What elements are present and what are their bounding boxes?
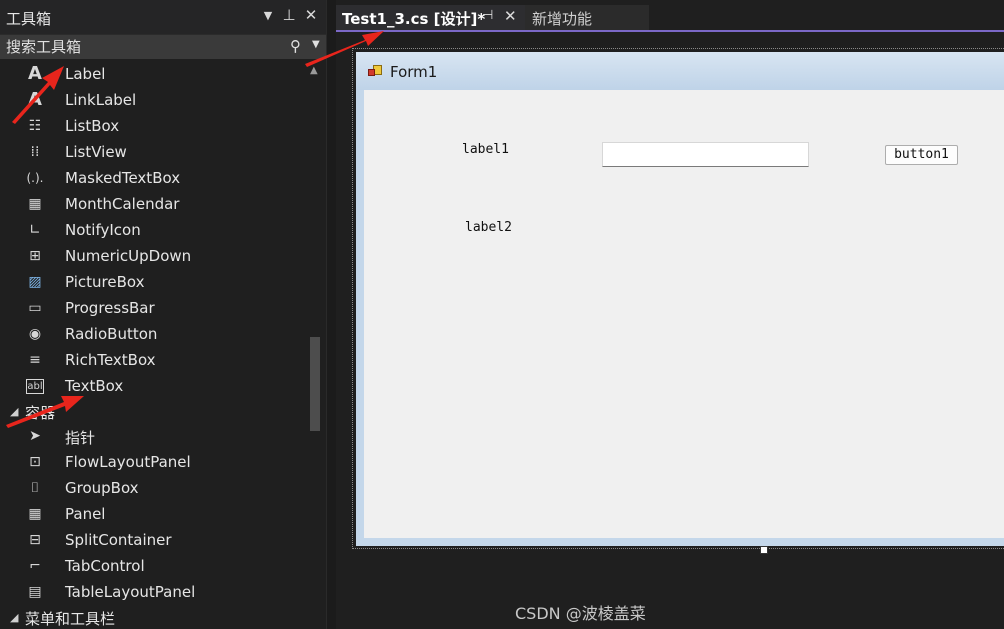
- toolbox-item-pointer[interactable]: ➤ 指针: [0, 423, 305, 449]
- toolbox-item-panel[interactable]: ▦ Panel: [0, 501, 305, 527]
- toolbox-search-bar: ⚲ ▼: [0, 34, 326, 59]
- close-tab-icon[interactable]: ✕: [504, 7, 517, 25]
- splitcontainer-icon: ⊟: [29, 532, 41, 548]
- toolbox-title-bar: 工具箱 ▼ ⊥ ✕: [0, 0, 326, 34]
- radiobutton-icon: ◉: [28, 326, 42, 342]
- textbox1-control[interactable]: [602, 142, 809, 167]
- tabcontrol-icon: ⌐: [29, 558, 41, 574]
- toolbox-item-radiobutton[interactable]: ◉ RadioButton: [0, 321, 305, 347]
- numericupdown-icon: ⊞: [29, 248, 41, 264]
- panel-splitter[interactable]: [326, 0, 336, 629]
- document-tab-strip: Test1_3.cs [设计]* ⊣ ✕ 新增功能: [336, 0, 1004, 32]
- form1-client-area[interactable]: label1 button1 label2: [364, 90, 1004, 538]
- designer-surface: Form1 label1 button1 label2: [336, 32, 1004, 629]
- toolbox-item-groupbox[interactable]: ⌷ GroupBox: [0, 475, 305, 501]
- toolbox-item-progressbar[interactable]: ▭ ProgressBar: [0, 295, 305, 321]
- textbox-icon: abl: [26, 379, 44, 394]
- toolbox-item-tabcontrol[interactable]: ⌐ TabControl: [0, 553, 305, 579]
- visual-studio-window: 工具箱 ▼ ⊥ ✕ ⚲ ▼ A Label A LinkLabel ☷ List…: [0, 0, 1004, 629]
- toolbox-item-picturebox[interactable]: ▨ PictureBox: [0, 269, 305, 295]
- toolbox-item-listview[interactable]: ⁞⁞ ListView: [0, 139, 305, 165]
- progressbar-icon: ▭: [28, 300, 42, 316]
- listbox-icon: ☷: [28, 118, 42, 134]
- richtextbox-icon: ≡: [29, 352, 41, 368]
- toolbox-group-containers[interactable]: ◢ 容器: [0, 399, 305, 425]
- editor-area: Test1_3.cs [设计]* ⊣ ✕ 新增功能 Form1 label1 b…: [336, 0, 1004, 629]
- toolbox-title: 工具箱: [6, 10, 52, 28]
- toolbox-item-monthcalendar[interactable]: ▦ MonthCalendar: [0, 191, 305, 217]
- form1-title-bar: Form1: [356, 52, 1004, 90]
- pin-icon[interactable]: ⊥: [280, 6, 298, 24]
- monthcalendar-icon: ▦: [28, 196, 42, 212]
- flowlayoutpanel-icon: ⊡: [29, 454, 41, 470]
- toolbox-item-tablelayoutpanel[interactable]: ▤ TableLayoutPanel: [0, 579, 305, 605]
- toolbox-search-input[interactable]: [0, 35, 282, 59]
- toolbox-group-menus-toolbars[interactable]: ◢ 菜单和工具栏: [0, 605, 305, 629]
- toolbox-item-richtextbox[interactable]: ≡ RichTextBox: [0, 347, 305, 373]
- scrollbar-thumb[interactable]: [310, 337, 320, 431]
- label1-control[interactable]: label1: [462, 142, 509, 157]
- csdn-watermark: CSDN @波棱盖菜: [515, 604, 646, 623]
- window-position-dropdown-icon[interactable]: ▼: [259, 9, 277, 22]
- listview-icon: ⁞⁞: [30, 144, 40, 160]
- collapse-triangle-icon[interactable]: ◢: [10, 405, 18, 418]
- toolbox-item-listbox[interactable]: ☷ ListBox: [0, 113, 305, 139]
- panel-icon: ▦: [28, 506, 42, 522]
- form-resize-handle[interactable]: [760, 546, 768, 554]
- label2-control[interactable]: label2: [465, 220, 512, 235]
- scroll-up-arrow-icon[interactable]: ▲: [310, 65, 318, 76]
- tab-whats-new[interactable]: 新增功能: [525, 5, 649, 30]
- form1-window[interactable]: Form1 label1 button1 label2: [356, 52, 1004, 546]
- tab-test1-3-design[interactable]: Test1_3.cs [设计]* ⊣ ✕: [336, 5, 525, 30]
- toolbox-item-maskedtextbox[interactable]: (.). MaskedTextBox: [0, 165, 305, 191]
- toolbox-item-flowlayoutpanel[interactable]: ⊡ FlowLayoutPanel: [0, 449, 305, 475]
- search-icon[interactable]: ⚲: [290, 37, 301, 55]
- close-icon[interactable]: ✕: [302, 6, 320, 24]
- toolbox-scrollbar[interactable]: ▲: [305, 59, 326, 629]
- toolbox-item-textbox[interactable]: abl TextBox: [0, 373, 305, 399]
- maskedtextbox-icon: (.).: [26, 171, 44, 185]
- tablelayoutpanel-icon: ▤: [28, 584, 42, 600]
- toolbox-list: A Label A LinkLabel ☷ ListBox ⁞⁞ ListVie…: [0, 59, 305, 629]
- toolbox-item-label[interactable]: A Label: [0, 61, 305, 87]
- linklabel-icon: A: [28, 89, 42, 110]
- search-options-dropdown-icon[interactable]: ▼: [312, 39, 320, 50]
- button1-control[interactable]: button1: [885, 145, 958, 165]
- toolbox-item-notifyicon[interactable]: ∟ NotifyIcon: [0, 217, 305, 243]
- label-icon: A: [28, 63, 42, 84]
- groupbox-icon: ⌷: [30, 480, 40, 496]
- toolbox-item-numericupdown[interactable]: ⊞ NumericUpDown: [0, 243, 305, 269]
- picturebox-icon: ▨: [28, 274, 42, 290]
- pin-tab-icon[interactable]: ⊣: [482, 8, 493, 23]
- collapse-triangle-icon[interactable]: ◢: [10, 611, 18, 624]
- toolbox-item-splitcontainer[interactable]: ⊟ SplitContainer: [0, 527, 305, 553]
- pointer-icon: ➤: [29, 428, 41, 444]
- notifyicon-icon: ∟: [29, 222, 41, 238]
- form1-title: Form1: [390, 63, 438, 81]
- toolbox-item-linklabel[interactable]: A LinkLabel: [0, 87, 305, 113]
- toolbox-panel: 工具箱 ▼ ⊥ ✕ ⚲ ▼ A Label A LinkLabel ☷ List…: [0, 0, 326, 629]
- form-app-icon: [368, 65, 382, 79]
